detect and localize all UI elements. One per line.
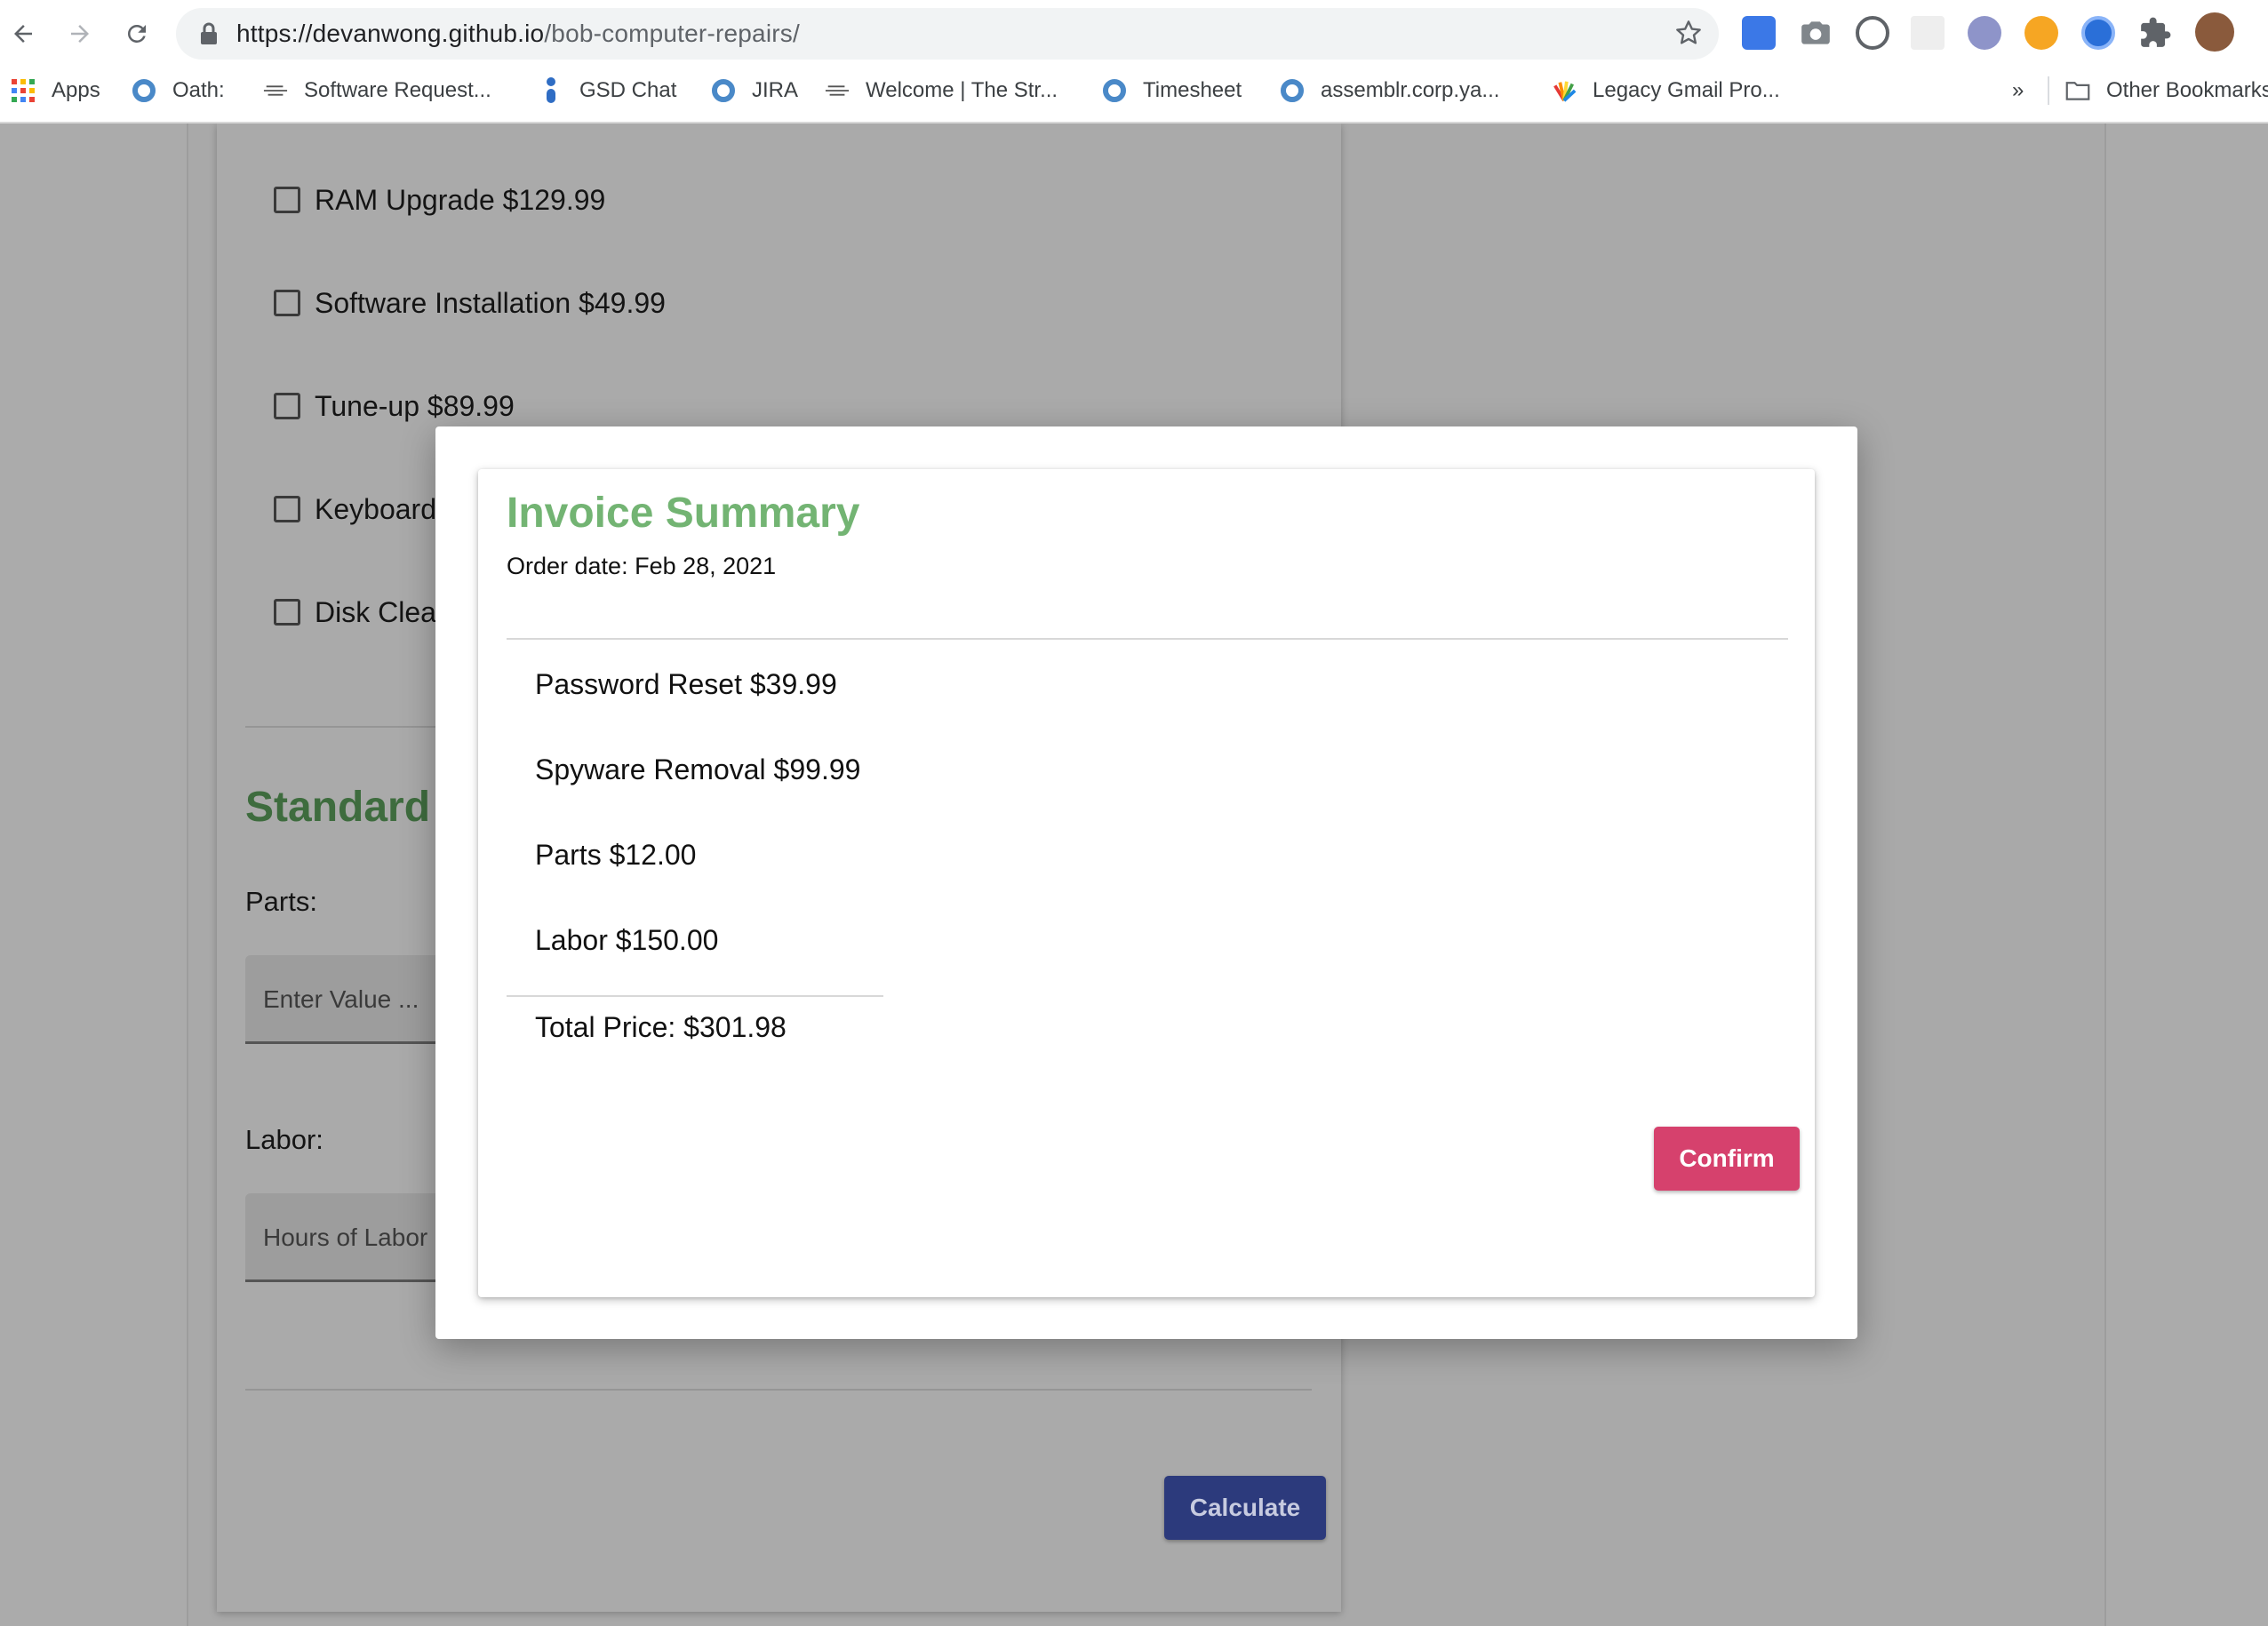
divider — [245, 1389, 1312, 1391]
bookmark-label: Software Request... — [304, 78, 491, 102]
parts-placeholder: Enter Value ... — [263, 985, 419, 1013]
bookmark-label: Other Bookmarks — [2106, 78, 2268, 102]
puzzle-icon[interactable] — [2138, 16, 2172, 50]
extension-gear-icon[interactable] — [2024, 16, 2058, 50]
lock-icon — [201, 22, 217, 44]
bookmark-label: JIRA — [752, 78, 799, 102]
browser-chrome: https://devanwong.github.io/bob-computer… — [0, 0, 2268, 124]
bookmark-software-request[interactable]: Software Request... — [263, 71, 491, 110]
checkbox[interactable] — [274, 599, 300, 626]
extension-circle-icon[interactable] — [1856, 16, 1889, 50]
invoice-line-item: Password Reset $39.99 — [535, 668, 837, 700]
page-icon — [263, 78, 288, 103]
extension-me-icon[interactable] — [1968, 16, 2001, 50]
bookmark-label: assemblr.corp.ya... — [1321, 78, 1500, 102]
reload-icon — [128, 24, 146, 43]
url-path: /bob-computer-repairs/ — [544, 20, 800, 47]
peacock-icon — [1552, 78, 1577, 103]
service-label: RAM Upgrade $129.99 — [315, 183, 606, 216]
service-checkbox-row[interactable]: RAM Upgrade $129.99 — [274, 182, 605, 218]
bookmark-timesheet[interactable]: Timesheet — [1102, 71, 1242, 110]
bookmarks-bar: Apps Oath: Software Request... GSD Chat … — [0, 71, 2268, 110]
url-text: https://devanwong.github.io/bob-computer… — [236, 20, 800, 48]
service-label: Tune-up $89.99 — [315, 389, 515, 422]
labor-placeholder: Hours of Labor — [263, 1223, 428, 1251]
bookmark-label: Welcome | The Str... — [866, 78, 1058, 102]
extension-eye-icon[interactable] — [2081, 16, 2115, 50]
chat-icon — [539, 77, 563, 103]
profile-avatar[interactable] — [2195, 12, 2234, 52]
confirm-button[interactable]: Confirm — [1654, 1127, 1800, 1191]
invoice-line-item: Parts $12.00 — [535, 839, 697, 871]
extension-docs-icon[interactable] — [1742, 16, 1776, 50]
service-checkbox-row[interactable]: Disk Clea — [274, 594, 436, 630]
parts-label: Parts: — [245, 886, 317, 917]
service-checkbox-row[interactable]: Software Installation $49.99 — [274, 285, 666, 321]
bookmark-label: GSD Chat — [579, 78, 677, 102]
bookmark-star-icon[interactable] — [1674, 19, 1703, 47]
checkbox[interactable] — [274, 393, 300, 419]
invoice-line-item: Spyware Removal $99.99 — [535, 753, 861, 785]
address-bar[interactable]: https://devanwong.github.io/bob-computer… — [176, 8, 1719, 60]
back-button[interactable] — [2, 12, 44, 55]
forward-button[interactable] — [59, 12, 101, 55]
other-bookmarks[interactable]: Other Bookmarks — [2065, 71, 2268, 110]
bookmark-label: Timesheet — [1143, 78, 1242, 102]
total-price: Total Price: $301.98 — [535, 1011, 787, 1043]
bookmarks-overflow-button[interactable]: » — [2012, 71, 2024, 110]
ring-icon — [1102, 78, 1127, 103]
invoice-modal: Invoice Summary Order date: Feb 28, 2021… — [435, 426, 1857, 1339]
bookmark-legacy-gmail[interactable]: Legacy Gmail Pro... — [1552, 71, 1780, 110]
bookmark-oath[interactable]: Oath: — [132, 71, 225, 110]
apps-grid-icon — [11, 78, 36, 103]
invoice-line-item: Labor $150.00 — [535, 924, 719, 956]
bookmark-apps[interactable]: Apps — [11, 71, 100, 110]
order-date: Order date: Feb 28, 2021 — [507, 553, 777, 579]
divider — [507, 638, 1788, 640]
checkbox[interactable] — [274, 496, 300, 522]
overflow-chevron: » — [2012, 78, 2024, 102]
checkbox[interactable] — [274, 290, 300, 316]
invoice-title: Invoice Summary — [507, 490, 860, 537]
bookmark-assemblr[interactable]: assemblr.corp.ya... — [1280, 71, 1499, 110]
calculate-button[interactable]: Calculate — [1164, 1476, 1326, 1540]
arrow-right-icon — [71, 25, 89, 43]
service-label: Software Installation $49.99 — [315, 286, 666, 319]
service-checkbox-row[interactable]: Tune-up $89.99 — [274, 388, 515, 424]
bookmark-label: Apps — [52, 78, 100, 102]
folder-icon — [2065, 78, 2090, 103]
bookmark-gsd-chat[interactable]: GSD Chat — [539, 71, 676, 110]
bookmarks-divider — [2048, 76, 2049, 105]
bookmark-jira[interactable]: JIRA — [711, 71, 798, 110]
page-icon — [825, 78, 850, 103]
ring-icon — [1280, 78, 1305, 103]
extension-grid-icon[interactable] — [1911, 16, 1945, 50]
ring-icon — [132, 78, 156, 103]
divider — [507, 995, 883, 997]
invoice-card: Invoice Summary Order date: Feb 28, 2021… — [478, 469, 1815, 1297]
url-host: https://devanwong.github.io — [236, 20, 545, 47]
reload-button[interactable] — [116, 12, 158, 55]
section-heading: Standard I — [245, 784, 454, 831]
service-checkbox-row[interactable]: Keyboard — [274, 491, 436, 527]
labor-label: Labor: — [245, 1124, 323, 1155]
service-label: Disk Clea — [315, 595, 436, 628]
camera-icon[interactable] — [1799, 16, 1833, 50]
arrow-left-icon — [14, 25, 32, 43]
checkbox[interactable] — [274, 187, 300, 213]
bookmark-label: Oath: — [172, 78, 225, 102]
bookmark-welcome[interactable]: Welcome | The Str... — [825, 71, 1058, 110]
ring-icon — [711, 78, 736, 103]
bookmark-label: Legacy Gmail Pro... — [1593, 78, 1780, 102]
service-label: Keyboard — [315, 492, 436, 525]
